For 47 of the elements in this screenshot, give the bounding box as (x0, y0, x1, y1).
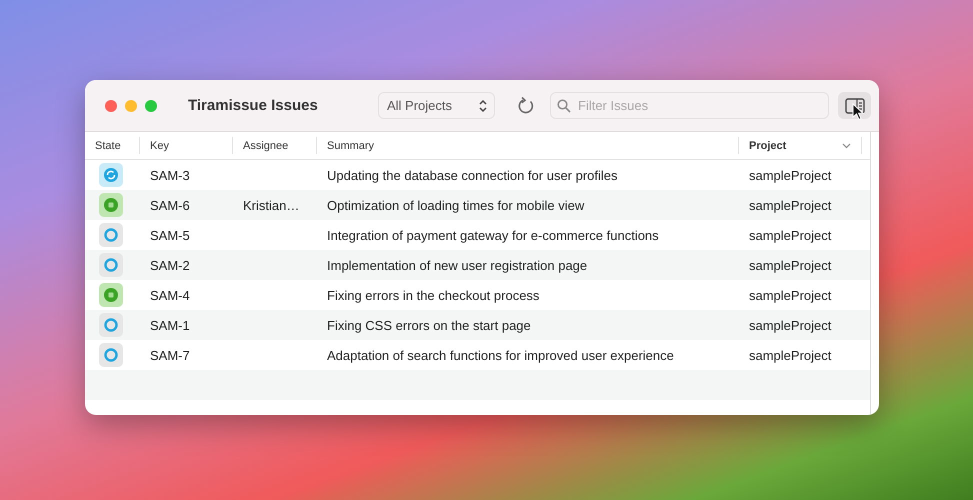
zoom-button[interactable] (145, 100, 157, 112)
issue-key: SAM-4 (150, 288, 190, 302)
project-name: sampleProject (749, 198, 832, 212)
column-header[interactable]: Assignee (233, 137, 317, 154)
state-badge (99, 313, 123, 337)
issue-summary: Implementation of new user registration page (327, 258, 588, 272)
window-title: Tiramissue Issues (188, 97, 319, 114)
issue-key: SAM-3 (150, 168, 190, 182)
issue-summary: Fixing CSS errors on the start page (327, 318, 531, 332)
column-header[interactable]: State (85, 137, 140, 154)
column-header[interactable]: Summary (317, 137, 739, 154)
state-badge (99, 253, 123, 277)
search-icon (557, 98, 571, 112)
assignee-name: Kristian… (243, 198, 300, 212)
issue-summary: Fixing errors in the checkout process (327, 288, 540, 302)
issue-summary: Integration of payment gateway for e-commerce functions (327, 228, 659, 242)
issue-key: SAM-5 (150, 228, 190, 242)
state-badge (99, 343, 123, 367)
project-dropdown[interactable]: All Projects (378, 92, 495, 119)
state-badge (99, 223, 123, 247)
search-field[interactable]: Filter Issues (550, 92, 829, 119)
chevron-updown-icon (478, 98, 488, 114)
state-badge (99, 193, 123, 217)
issue-summary: Adaptation of search functions for improved user experience (327, 348, 674, 362)
pointer-cursor-icon (852, 103, 864, 121)
state-badge (99, 163, 123, 187)
project-name: sampleProject (749, 288, 832, 302)
project-name: sampleProject (749, 258, 832, 272)
project-name: sampleProject (749, 318, 832, 332)
issue-key: SAM-1 (150, 318, 190, 332)
project-name: sampleProject (749, 228, 832, 242)
issue-summary: Optimization of loading times for mobile view (327, 198, 584, 212)
issue-summary: Updating the database connection for user profiles (327, 168, 618, 182)
project-name: sampleProject (749, 168, 832, 182)
refresh-icon[interactable] (516, 96, 536, 116)
close-button[interactable] (105, 100, 117, 112)
state-badge (99, 283, 123, 307)
sidebar-icon (844, 98, 864, 114)
column-header[interactable]: Key (140, 137, 233, 154)
column-header[interactable]: Project (739, 137, 862, 154)
issue-key: SAM-7 (150, 348, 190, 362)
chevron-down-icon (842, 142, 851, 148)
issue-key: SAM-2 (150, 258, 190, 272)
inspector-toggle-button[interactable] (838, 92, 871, 119)
issue-key: SAM-6 (150, 198, 190, 212)
minimize-button[interactable] (125, 100, 137, 112)
project-name: sampleProject (749, 348, 832, 362)
